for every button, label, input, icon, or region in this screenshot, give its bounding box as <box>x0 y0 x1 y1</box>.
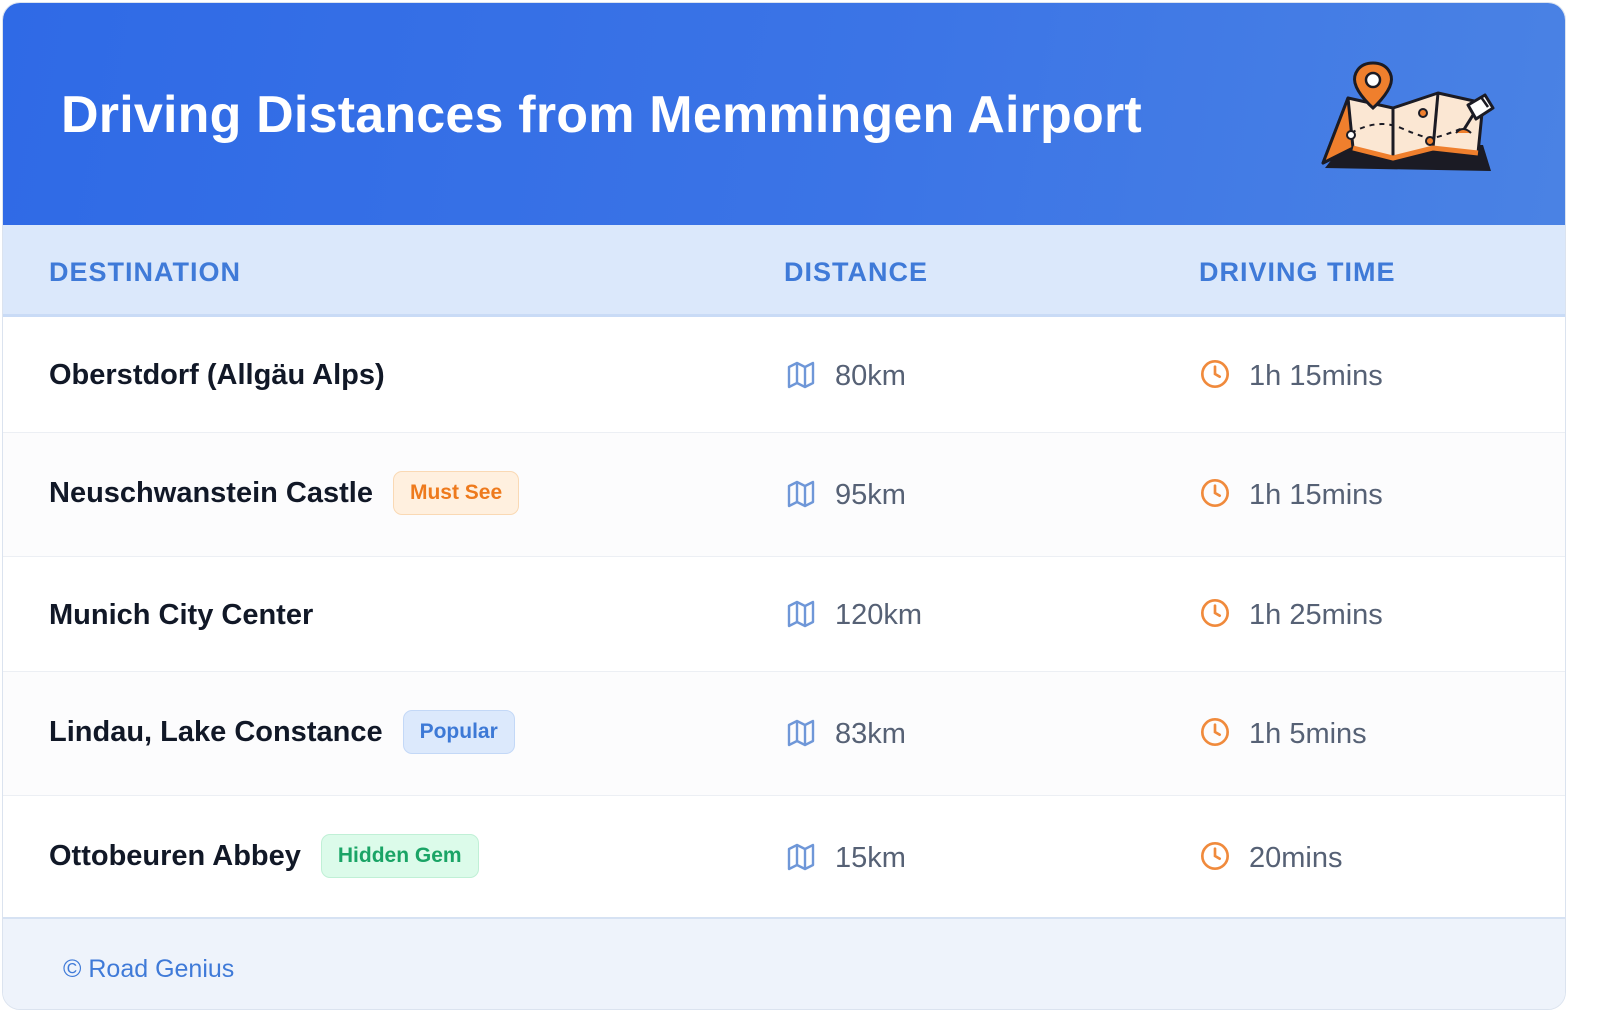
page-title: Driving Distances from Memmingen Airport <box>61 86 1142 144</box>
destination-cell: Oberstdorf (Allgäu Alps) <box>49 359 385 392</box>
column-header-destination: DESTINATION <box>49 257 241 287</box>
distance-value: 95km <box>835 479 906 511</box>
map-icon <box>787 480 815 508</box>
destination-cell: Lindau, Lake Constance Popular <box>49 710 515 754</box>
destination-cell: Neuschwanstein Castle Must See <box>49 471 520 515</box>
destination-name: Munich City Center <box>49 599 314 631</box>
destination-name: Neuschwanstein Castle <box>49 476 373 509</box>
clock-icon <box>1201 479 1229 507</box>
clock-icon <box>1201 360 1229 388</box>
table-row: Oberstdorf (Allgäu Alps) 80km 1h 15mins <box>3 317 1565 433</box>
driving-time-value: 1h 5mins <box>1249 718 1367 750</box>
clock-icon <box>1201 599 1229 627</box>
destination-name: Lindau, Lake Constance <box>49 715 383 748</box>
copyright-text: © Road Genius <box>63 955 235 983</box>
destination-name: Ottobeuren Abbey <box>49 839 301 872</box>
map-with-pin-icon <box>1321 61 1495 171</box>
map-icon <box>787 600 815 628</box>
popular-badge: Popular <box>402 710 515 754</box>
distance-value: 15km <box>835 842 906 874</box>
table-header: DESTINATION DISTANCE DRIVING TIME <box>3 225 1565 317</box>
destination-name: Oberstdorf (Allgäu Alps) <box>49 359 385 391</box>
column-header-driving-time: DRIVING TIME <box>1199 257 1396 287</box>
table-row: Lindau, Lake Constance Popular 83km 1h 5… <box>3 672 1565 796</box>
footer: © Road Genius <box>3 917 1565 1009</box>
destination-cell: Ottobeuren Abbey Hidden Gem <box>49 834 479 878</box>
table-row: Munich City Center 120km 1h 25mins <box>3 557 1565 672</box>
destination-cell: Munich City Center <box>49 599 313 632</box>
map-icon <box>787 719 815 747</box>
must-see-badge: Must See <box>392 471 520 515</box>
table-row: Neuschwanstein Castle Must See 95km 1h 1… <box>3 433 1565 557</box>
distance-value: 120km <box>835 599 923 631</box>
map-icon <box>787 361 815 389</box>
hidden-gem-badge: Hidden Gem <box>320 834 479 878</box>
driving-time-value: 1h 15mins <box>1249 479 1383 511</box>
driving-time-value: 20mins <box>1249 842 1343 874</box>
header-banner: Driving Distances from Memmingen Airport <box>3 3 1565 225</box>
table-row: Ottobeuren Abbey Hidden Gem 15km 20mins <box>3 796 1565 917</box>
distance-value: 83km <box>835 718 906 750</box>
distance-value: 80km <box>835 360 906 392</box>
clock-icon <box>1201 842 1229 870</box>
distance-card: Driving Distances from Memmingen Airport <box>2 2 1566 1010</box>
driving-time-value: 1h 25mins <box>1249 599 1383 631</box>
map-icon <box>787 843 815 871</box>
clock-icon <box>1201 718 1229 746</box>
column-header-distance: DISTANCE <box>784 257 929 287</box>
driving-time-value: 1h 15mins <box>1249 360 1383 392</box>
